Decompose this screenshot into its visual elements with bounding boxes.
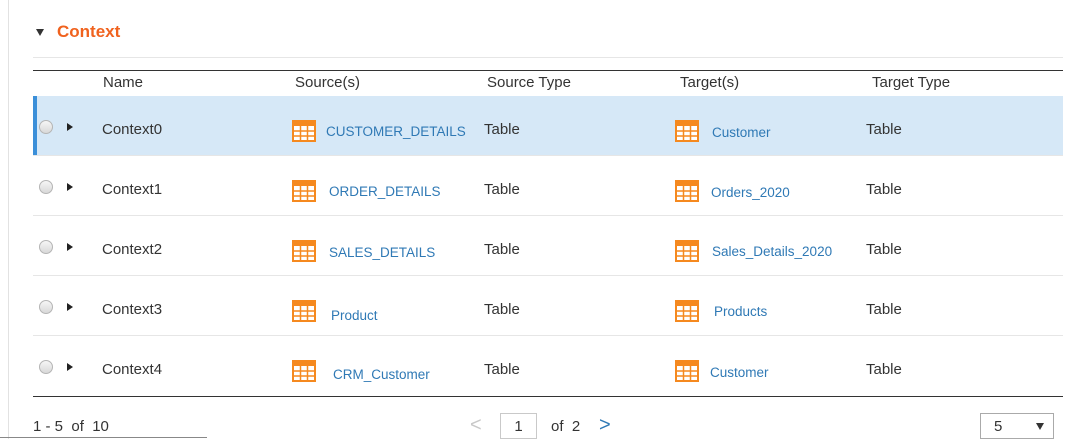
caret-right-icon[interactable] — [67, 183, 73, 191]
row-name: Context4 — [102, 361, 163, 378]
table-bottom-border — [33, 396, 1063, 397]
table-icon — [292, 240, 316, 262]
pagination-range: 1 - 5 of 10 — [33, 418, 109, 435]
page-total: of 2 — [551, 418, 581, 435]
caret-right-icon[interactable] — [67, 123, 73, 131]
chevron-down-icon — [1036, 423, 1044, 430]
table-icon — [675, 240, 699, 262]
source-type: Table — [484, 361, 520, 378]
column-header-sources: Source(s) — [295, 74, 361, 91]
table-row[interactable]: Context1 ORDER_DETAILS Table Orders_2020… — [33, 156, 1063, 216]
bottom-divider — [0, 437, 207, 438]
caret-right-icon[interactable] — [67, 363, 73, 371]
table-icon — [675, 360, 699, 382]
table-icon — [675, 180, 699, 202]
row-select-radio[interactable] — [39, 360, 53, 374]
target-type: Table — [866, 301, 902, 318]
table-icon — [292, 120, 316, 142]
target-link[interactable]: Orders_2020 — [711, 185, 790, 200]
section-title: Context — [57, 22, 121, 41]
context-section-toggle[interactable]: Context — [36, 22, 120, 42]
source-type: Table — [484, 301, 520, 318]
target-link[interactable]: Sales_Details_2020 — [712, 244, 832, 259]
caret-down-icon — [36, 28, 44, 36]
source-link[interactable]: ORDER_DETAILS — [329, 184, 441, 199]
target-link[interactable]: Customer — [710, 365, 769, 380]
target-type: Table — [866, 121, 902, 138]
column-header-target-type: Target Type — [872, 74, 951, 91]
page-size-select[interactable]: 5 — [980, 413, 1054, 439]
column-header-name: Name — [103, 74, 144, 91]
table-icon — [292, 300, 316, 322]
source-type: Table — [484, 241, 520, 258]
row-select-radio[interactable] — [39, 120, 53, 134]
table-header: Name Source(s) Source Type Target(s) Tar… — [0, 72, 1063, 94]
source-link[interactable]: CRM_Customer — [333, 367, 430, 382]
row-name: Context0 — [102, 121, 163, 138]
next-page-button[interactable]: > — [599, 414, 611, 437]
table-icon — [292, 180, 316, 202]
row-select-radio[interactable] — [39, 300, 53, 314]
row-select-radio[interactable] — [39, 180, 53, 194]
table-icon — [675, 120, 699, 142]
source-link[interactable]: CUSTOMER_DETAILS — [326, 124, 466, 139]
row-name: Context3 — [102, 301, 163, 318]
target-type: Table — [866, 181, 902, 198]
row-select-radio[interactable] — [39, 240, 53, 254]
section-divider — [33, 57, 1063, 58]
target-link[interactable]: Customer — [712, 125, 771, 140]
left-border — [8, 0, 9, 439]
target-type: Table — [866, 361, 902, 378]
context-table-body: Context0 CUSTOMER_DETAILS Table Customer… — [33, 96, 1063, 396]
previous-page-button[interactable]: < — [470, 414, 482, 437]
source-type: Table — [484, 121, 520, 138]
caret-right-icon[interactable] — [67, 243, 73, 251]
source-link[interactable]: Product — [331, 308, 378, 323]
page-number-input[interactable] — [500, 413, 537, 439]
target-link[interactable]: Products — [714, 304, 767, 319]
page-size-value: 5 — [994, 418, 1003, 435]
table-row[interactable]: Context0 CUSTOMER_DETAILS Table Customer… — [33, 96, 1063, 156]
table-row[interactable]: Context2 SALES_DETAILS Table Sales_Detai… — [33, 216, 1063, 276]
column-header-targets: Target(s) — [680, 74, 740, 91]
column-header-source-type: Source Type — [487, 74, 571, 91]
caret-right-icon[interactable] — [67, 303, 73, 311]
table-row[interactable]: Context3 Product Table Products Table — [33, 276, 1063, 336]
table-row[interactable]: Context4 CRM_Customer Table Customer Tab… — [33, 336, 1063, 396]
table-icon — [292, 360, 316, 382]
source-type: Table — [484, 181, 520, 198]
table-top-border — [33, 70, 1063, 71]
row-name: Context2 — [102, 241, 163, 258]
row-name: Context1 — [102, 181, 163, 198]
source-link[interactable]: SALES_DETAILS — [329, 245, 435, 260]
target-type: Table — [866, 241, 902, 258]
table-icon — [675, 300, 699, 322]
